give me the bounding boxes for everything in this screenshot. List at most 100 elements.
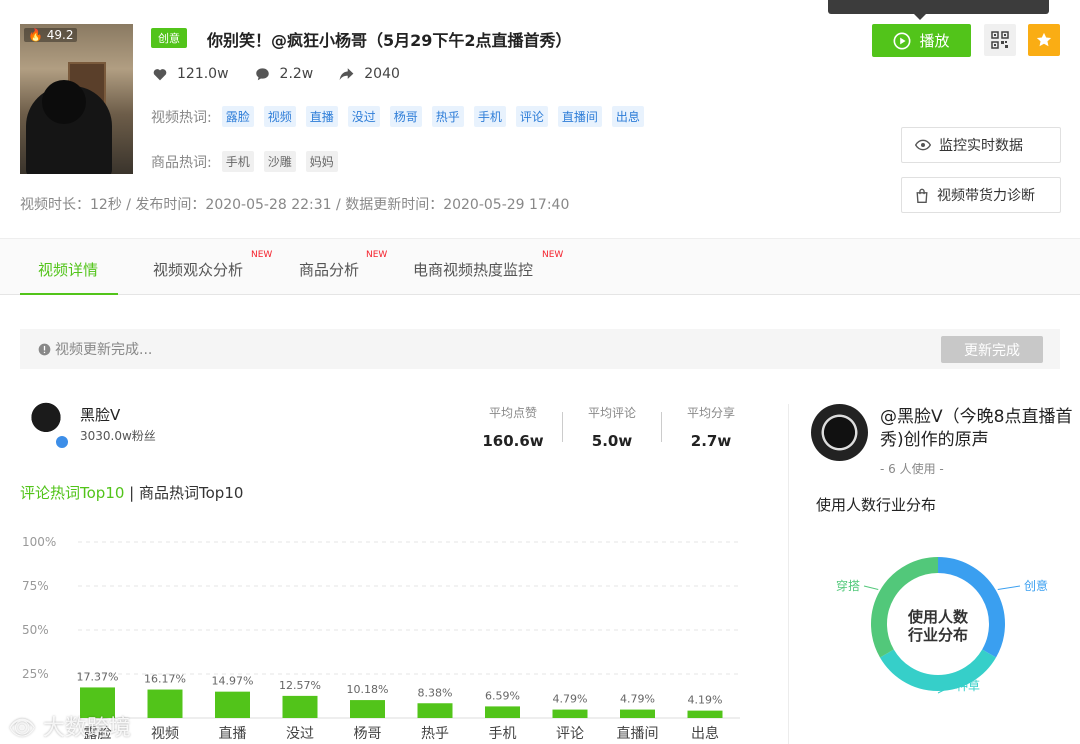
play-button[interactable]: 播放 bbox=[872, 24, 971, 57]
video-keyword-chip[interactable]: 出息 bbox=[611, 106, 644, 127]
avg-likes: 平均点赞 160.6w bbox=[478, 404, 548, 450]
product-keywords-row: 商品热词: 手机 沙雕 妈妈 bbox=[151, 151, 348, 172]
tab-product-hot-words[interactable]: 商品热词Top10 bbox=[139, 484, 243, 502]
video-keyword-chip[interactable]: 直播 bbox=[305, 106, 338, 127]
video-keyword-chip[interactable]: 评论 bbox=[515, 106, 548, 127]
tab-audience-analysis[interactable]: 视频观众分析 NEW bbox=[153, 250, 272, 280]
video-keyword-chip[interactable]: 杨哥 bbox=[389, 106, 422, 127]
comment-count: 2.2w bbox=[279, 66, 314, 82]
avg-likes-value: 160.6w bbox=[482, 432, 544, 450]
bar bbox=[417, 703, 453, 718]
divider bbox=[661, 412, 662, 442]
donut-center-label: 使用人数 bbox=[907, 608, 969, 626]
video-keyword-chip[interactable]: 露脸 bbox=[221, 106, 254, 127]
y-tick-label: 100% bbox=[22, 535, 56, 549]
product-keyword-chip[interactable]: 妈妈 bbox=[305, 151, 338, 172]
video-keyword-chip[interactable]: 没过 bbox=[347, 106, 380, 127]
like-stat: 121.0w bbox=[153, 66, 229, 82]
video-keyword-chip[interactable]: 热乎 bbox=[431, 106, 464, 127]
bar bbox=[485, 706, 520, 718]
like-count: 121.0w bbox=[177, 66, 229, 82]
bar bbox=[350, 700, 385, 718]
diagnose-button[interactable]: 视频带货力诊断 bbox=[901, 177, 1061, 213]
bar bbox=[215, 691, 250, 718]
favorite-button[interactable] bbox=[1028, 24, 1060, 56]
x-category-label: 手机 bbox=[489, 726, 517, 742]
bar-value-label: 8.38% bbox=[418, 686, 453, 699]
tab-bar: 视频详情 视频观众分析 NEW 商品分析 NEW 电商视频热度监控 NEW bbox=[0, 238, 1080, 295]
x-category-label: 评论 bbox=[556, 726, 584, 742]
divider bbox=[562, 412, 563, 442]
diagnose-label: 视频带货力诊断 bbox=[937, 188, 1035, 204]
category-tag: 创意 bbox=[151, 28, 187, 48]
qr-code-button[interactable] bbox=[984, 24, 1016, 56]
share-count: 2040 bbox=[364, 66, 400, 82]
comment-stat: 2.2w bbox=[255, 66, 314, 82]
avg-shares-label: 平均分享 bbox=[686, 406, 735, 420]
heat-badge: 🔥 49.2 bbox=[24, 28, 78, 42]
video-meta: 视频时长：12秒 / 发布时间：2020-05-28 22:31 / 数据更新时… bbox=[20, 197, 570, 213]
bar-value-label: 6.59% bbox=[485, 689, 520, 702]
watermark-logo: 👁 大数跨境 bbox=[8, 716, 131, 741]
y-tick-label: 50% bbox=[22, 623, 49, 637]
bar-value-label: 4.79% bbox=[620, 693, 655, 706]
slice-label: 穿搭 bbox=[836, 578, 860, 593]
active-tab-indicator bbox=[20, 293, 118, 295]
tab-audience-label: 视频观众分析 bbox=[153, 261, 244, 279]
music-title[interactable]: @黑脸V（今晚8点直播首秀)创作的原声 bbox=[880, 406, 1076, 452]
bar-value-label: 4.19% bbox=[688, 694, 723, 707]
x-category-label: 视频 bbox=[151, 726, 179, 742]
avg-comments-label: 平均评论 bbox=[587, 406, 636, 420]
product-keywords-label: 商品热词: bbox=[151, 154, 212, 171]
notice-text: 视频更新完成... bbox=[55, 342, 153, 358]
qr-code-icon bbox=[991, 31, 1009, 49]
thumbnail-hood bbox=[42, 80, 86, 124]
avg-comments: 平均评论 5.0w bbox=[577, 404, 647, 450]
slice-leader-line bbox=[863, 585, 879, 590]
video-stats: 121.0w 2.2w 2040 bbox=[153, 66, 426, 82]
video-keyword-chip[interactable]: 手机 bbox=[473, 106, 506, 127]
panel-divider bbox=[788, 404, 789, 744]
video-keyword-chip[interactable]: 直播间 bbox=[557, 106, 602, 127]
author-name[interactable]: 黑脸V bbox=[80, 404, 120, 425]
video-keywords-label: 视频热词: bbox=[151, 109, 212, 126]
new-badge: NEW bbox=[542, 250, 564, 260]
video-keywords-row: 视频热词: 露脸 视频 直播 没过 杨哥 热乎 手机 评论 直播间 出息 bbox=[151, 106, 654, 127]
monitor-realtime-button[interactable]: 监控实时数据 bbox=[901, 127, 1061, 163]
shopping-bag-icon bbox=[916, 188, 928, 203]
update-button[interactable]: 更新完成 bbox=[941, 336, 1043, 363]
tooltip bbox=[828, 0, 1049, 20]
share-icon bbox=[339, 67, 354, 80]
industry-donut-chart: 创意种草 穿搭使用人数行业分布 bbox=[836, 557, 1048, 694]
bar bbox=[620, 709, 655, 718]
play-label: 播放 bbox=[919, 32, 950, 50]
tab-comment-hot-words[interactable]: 评论热词Top10 bbox=[20, 484, 124, 502]
product-keyword-chip[interactable]: 沙雕 bbox=[263, 151, 296, 172]
product-keyword-chip[interactable]: 手机 bbox=[221, 151, 254, 172]
monitor-label: 监控实时数据 bbox=[939, 138, 1023, 154]
tab-product-analysis[interactable]: 商品分析 NEW bbox=[299, 250, 387, 280]
author-fans: 3030.0w粉丝 bbox=[80, 429, 156, 443]
x-category-label: 直播 bbox=[219, 725, 247, 742]
slice-leader-line bbox=[997, 585, 1021, 590]
slice-label: 种草 bbox=[956, 679, 980, 693]
bar bbox=[147, 689, 183, 718]
video-thumbnail[interactable]: 🔥 49.2 bbox=[20, 24, 133, 174]
music-users: - 6 人使用 - bbox=[880, 462, 944, 476]
y-tick-label: 75% bbox=[22, 579, 49, 593]
bar bbox=[552, 709, 588, 718]
bar bbox=[282, 695, 318, 718]
author-avatar[interactable] bbox=[24, 402, 70, 450]
info-icon bbox=[38, 343, 51, 355]
video-title: 你别笑！@疯狂小杨哥（5月29下午2点直播首秀） bbox=[207, 31, 572, 50]
distribution-title: 使用人数行业分布 bbox=[816, 496, 937, 514]
heat-value: 49.2 bbox=[46, 28, 74, 42]
x-category-label: 没过 bbox=[286, 726, 314, 742]
video-keyword-chip[interactable]: 视频 bbox=[263, 106, 296, 127]
music-cover[interactable] bbox=[811, 404, 868, 461]
tab-product-label: 商品分析 bbox=[299, 261, 360, 279]
tab-video-details[interactable]: 视频详情 bbox=[38, 259, 98, 280]
tab-heat-monitor[interactable]: 电商视频热度监控 NEW bbox=[413, 250, 563, 280]
hot-words-tabs: 评论热词Top10 | 商品热词Top10 bbox=[20, 482, 243, 503]
star-icon bbox=[1036, 32, 1052, 47]
